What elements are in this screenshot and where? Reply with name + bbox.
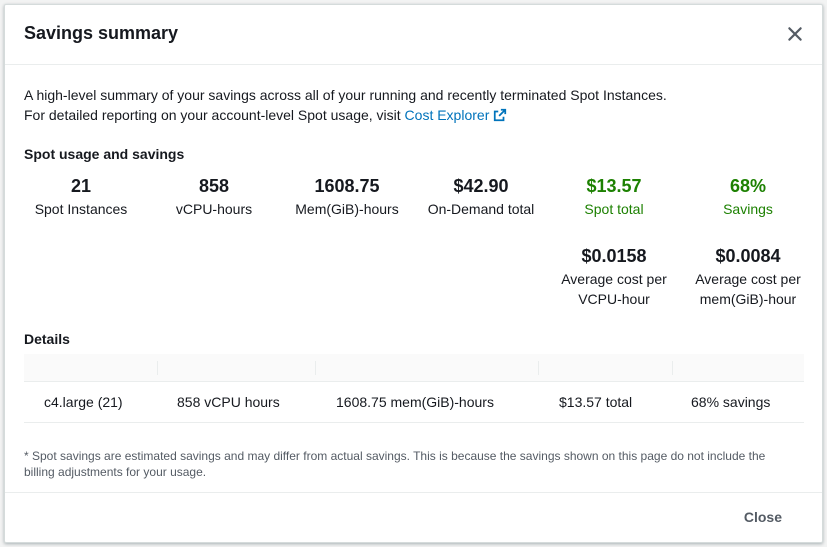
- stat-value: $42.90: [453, 176, 509, 196]
- cost-explorer-link[interactable]: Cost Explorer: [405, 107, 508, 123]
- stat-spot-instances: 21 Spot Instances: [16, 175, 146, 219]
- stat-value: $13.57: [586, 176, 642, 196]
- stat-label: mem(GiB)-hour: [699, 291, 797, 307]
- stat-label: Average cost per: [695, 271, 801, 287]
- cell-mem: 1608.75 mem(GiB)-hours: [336, 394, 494, 410]
- stat-label: Mem(GiB)-hours: [295, 201, 399, 217]
- table-header: [24, 354, 804, 382]
- stat-value: $0.0084: [715, 246, 781, 266]
- stat-label: On-Demand total: [427, 201, 535, 217]
- modal-title: Savings summary: [24, 23, 179, 43]
- details-table: c4.large (21) 858 vCPU hours 1608.75 mem…: [24, 354, 804, 423]
- stat-label: vCPU-hours: [175, 201, 253, 217]
- savings-footnote: * Spot savings are estimated savings and…: [24, 449, 766, 479]
- stat-avg-cost-vcpu: $0.0158 Average cost per VCPU-hour: [549, 245, 679, 309]
- close-icon[interactable]: [786, 25, 804, 43]
- usage-section-title: Spot usage and savings: [24, 146, 185, 162]
- cell-savings: 68% savings: [691, 394, 771, 410]
- stat-mem-hours: 1608.75 Mem(GiB)-hours: [282, 175, 412, 219]
- intro-text: A high-level summary of your savings acr…: [24, 85, 667, 125]
- stat-label: Spot Instances: [34, 201, 128, 217]
- cell-instance: c4.large (21): [44, 394, 123, 410]
- details-section-title: Details: [24, 331, 70, 347]
- close-button[interactable]: Close: [744, 509, 782, 525]
- stat-value: $0.0158: [581, 246, 647, 266]
- cell-vcpu: 858 vCPU hours: [177, 394, 280, 410]
- modal-header: Savings summary: [5, 5, 822, 65]
- savings-summary-modal: Savings summary A high-level summary of …: [4, 4, 823, 543]
- stat-on-demand-total: $42.90 On-Demand total: [416, 175, 546, 219]
- stat-value: 21: [70, 176, 92, 196]
- stat-label: Average cost per: [561, 271, 667, 287]
- stat-value: 68%: [729, 176, 767, 196]
- column-divider: [672, 361, 673, 375]
- modal-footer: Close: [5, 492, 822, 544]
- intro-line-2-prefix: For detailed reporting on your account-l…: [24, 107, 405, 123]
- stat-value: 858: [198, 176, 230, 196]
- intro-line-1: A high-level summary of your savings acr…: [24, 87, 667, 103]
- column-divider: [315, 361, 316, 375]
- stat-label: Savings: [723, 201, 773, 217]
- intro-line-2: For detailed reporting on your account-l…: [24, 105, 667, 125]
- stat-label: VCPU-hour: [578, 291, 650, 307]
- stat-avg-cost-mem: $0.0084 Average cost per mem(GiB)-hour: [683, 245, 813, 309]
- stat-label: Spot total: [584, 201, 644, 217]
- cell-total: $13.57 total: [559, 394, 633, 410]
- external-link-icon: [494, 108, 507, 122]
- stat-value: 1608.75: [314, 176, 380, 196]
- stat-spot-total: $13.57 Spot total: [549, 175, 679, 219]
- column-divider: [157, 361, 158, 375]
- stat-savings: 68% Savings: [683, 175, 813, 219]
- table-row: c4.large (21) 858 vCPU hours 1608.75 mem…: [24, 382, 804, 423]
- column-divider: [538, 361, 539, 375]
- cost-explorer-link-label: Cost Explorer: [404, 107, 490, 123]
- stat-vcpu-hours: 858 vCPU-hours: [149, 175, 279, 219]
